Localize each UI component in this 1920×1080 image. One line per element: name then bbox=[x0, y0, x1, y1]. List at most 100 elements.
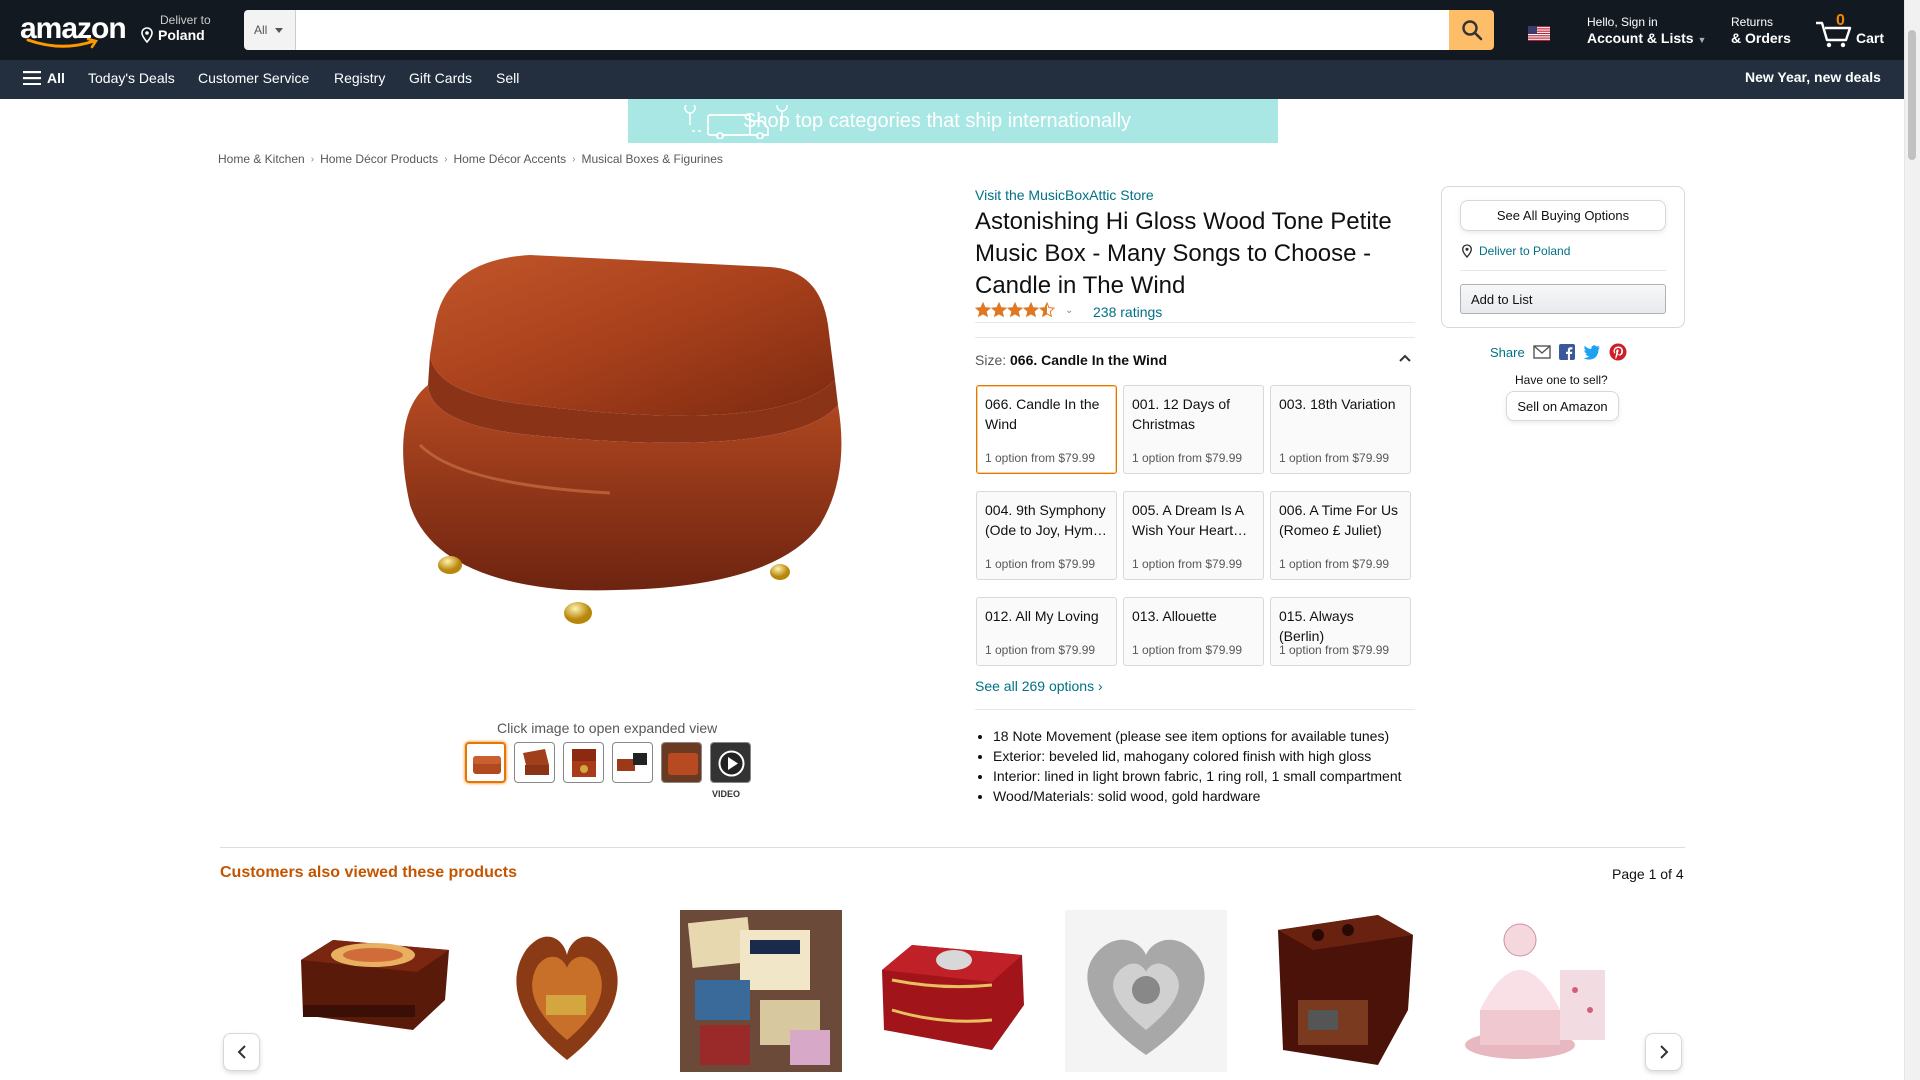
carousel-prev-button[interactable] bbox=[223, 1033, 260, 1071]
option-name: 012. All My Loving bbox=[985, 608, 1099, 624]
ratings-count-link[interactable]: 238 ratings bbox=[1093, 304, 1162, 320]
top-navbar: amazon Deliver to Poland All Hello, Sign… bbox=[0, 0, 1904, 60]
option-price: 1 option from $79.99 bbox=[1132, 643, 1243, 657]
see-all-options-link[interactable]: See all 269 options › bbox=[975, 678, 1103, 694]
size-option[interactable]: 003. 18th Variation 1 option from $79.99 bbox=[1270, 385, 1411, 474]
star-rating-icon bbox=[975, 302, 1056, 318]
divider bbox=[975, 709, 1415, 710]
account-and-lists[interactable]: Hello, Sign in Account & Lists ▼ bbox=[1587, 14, 1706, 48]
store-link[interactable]: Visit the MusicBoxAttic Store bbox=[975, 187, 1154, 203]
thumbnail-image[interactable] bbox=[465, 742, 506, 783]
divider bbox=[1460, 270, 1666, 271]
chevron-right-icon: › bbox=[1097, 678, 1103, 694]
cart-button[interactable]: 0 Cart bbox=[1814, 12, 1884, 48]
star-rating[interactable]: ⌄ bbox=[975, 302, 1073, 318]
search-button[interactable] bbox=[1449, 10, 1494, 50]
nav-customer-service[interactable]: Customer Service bbox=[198, 70, 309, 86]
us-flag-icon[interactable] bbox=[1528, 26, 1550, 41]
video-thumbnail[interactable] bbox=[710, 742, 751, 783]
nav-todays-deals[interactable]: Today's Deals bbox=[88, 70, 175, 86]
logo-smile-icon bbox=[26, 38, 99, 49]
divider bbox=[975, 337, 1415, 338]
option-price: 1 option from $79.99 bbox=[1279, 557, 1390, 571]
search-category-select[interactable]: All bbox=[244, 10, 296, 50]
share-row: Share bbox=[1490, 343, 1627, 361]
carousel-product-image[interactable] bbox=[1258, 910, 1420, 1072]
option-price: 1 option from $79.99 bbox=[1132, 557, 1243, 571]
scrollbar-thumb[interactable] bbox=[1908, 30, 1916, 160]
size-selector-label: Size: 066. Candle In the Wind bbox=[975, 352, 1167, 368]
cart-icon bbox=[1816, 21, 1852, 48]
option-price: 1 option from $79.99 bbox=[1279, 451, 1390, 465]
option-name: 005. A Dream Is A Wish Your Heart… bbox=[1132, 502, 1248, 538]
search-category-label: All bbox=[254, 23, 268, 37]
cart-count: 0 bbox=[1836, 12, 1845, 29]
search-icon bbox=[1461, 20, 1482, 41]
size-option[interactable]: 015. Always (Berlin) 1 option from $79.99 bbox=[1270, 597, 1411, 666]
search-input[interactable] bbox=[296, 10, 1449, 50]
search-bar: All bbox=[244, 10, 1494, 50]
deliver-to[interactable]: Deliver to Poland bbox=[140, 13, 211, 43]
breadcrumb-item[interactable]: Home Décor Products bbox=[320, 152, 438, 166]
breadcrumb-item[interactable]: Home Décor Accents bbox=[453, 152, 566, 166]
banner-text: Shop top categories that ship internatio… bbox=[743, 109, 1132, 132]
pinterest-icon[interactable] bbox=[1609, 343, 1627, 361]
feature-bullet: Exterior: beveled lid, mahogany colored … bbox=[993, 746, 1402, 766]
chevron-left-icon bbox=[237, 1045, 246, 1059]
email-icon[interactable] bbox=[1533, 345, 1551, 359]
carousel-next-button[interactable] bbox=[1645, 1033, 1682, 1071]
carousel-product-image[interactable] bbox=[1065, 910, 1227, 1072]
all-menu-button[interactable]: All bbox=[23, 70, 65, 86]
see-all-buying-options-button[interactable]: See All Buying Options bbox=[1460, 200, 1666, 231]
twitter-icon[interactable] bbox=[1583, 344, 1601, 360]
size-value: 066. Candle In the Wind bbox=[1010, 352, 1168, 368]
carousel-product-image[interactable] bbox=[872, 910, 1034, 1072]
carousel-heading: Customers also viewed these products bbox=[220, 864, 517, 881]
returns-and-orders[interactable]: Returns & Orders bbox=[1731, 14, 1791, 46]
deliver-line1: Deliver to bbox=[160, 13, 211, 27]
option-price: 1 option from $79.99 bbox=[985, 557, 1096, 571]
share-label[interactable]: Share bbox=[1490, 345, 1525, 360]
feature-bullets: 18 Note Movement (please see item option… bbox=[993, 726, 1402, 806]
size-option[interactable]: 006. A Time For Us (Romeo £ Juliet) 1 opt… bbox=[1270, 491, 1411, 580]
expand-image-hint: Click image to open expanded view bbox=[497, 720, 718, 736]
product-main-image[interactable] bbox=[350, 245, 860, 665]
size-option[interactable]: 001. 12 Days of Christmas 1 option from $… bbox=[1123, 385, 1264, 474]
caret-down-icon: ▼ bbox=[1697, 35, 1707, 45]
facebook-icon[interactable] bbox=[1558, 344, 1575, 360]
chevron-down-icon: ⌄ bbox=[1065, 304, 1074, 316]
thumbnail-image[interactable] bbox=[612, 742, 653, 783]
nav-registry[interactable]: Registry bbox=[334, 70, 385, 86]
breadcrumb-item[interactable]: Home & Kitchen bbox=[218, 152, 305, 166]
nav-sell[interactable]: Sell bbox=[496, 70, 519, 86]
carousel-product-image[interactable] bbox=[486, 910, 648, 1072]
option-name: 006. A Time For Us (Romeo £ Juliet) bbox=[1279, 502, 1399, 538]
carousel-product-image[interactable] bbox=[680, 910, 842, 1072]
thumbnail-image[interactable] bbox=[563, 742, 604, 783]
size-option[interactable]: 012. All My Loving 1 option from $79.99 bbox=[976, 597, 1117, 666]
size-option[interactable]: 013. Allouette 1 option from $79.99 bbox=[1123, 597, 1264, 666]
deliver-to-link[interactable]: Deliver to Poland bbox=[1461, 244, 1570, 258]
size-option[interactable]: 004. 9th Symphony (Ode to Joy, Hym… 1 opt… bbox=[976, 491, 1117, 580]
video-label: VIDEO bbox=[712, 789, 741, 799]
carousel-product-image[interactable] bbox=[1450, 910, 1612, 1072]
international-shipping-banner[interactable]: Shop top categories that ship internatio… bbox=[628, 99, 1278, 143]
sell-on-amazon-button[interactable]: Sell on Amazon bbox=[1506, 391, 1619, 421]
location-pin-icon bbox=[141, 27, 153, 43]
add-to-list-button[interactable]: Add to List bbox=[1460, 284, 1666, 314]
thumbnail-image[interactable] bbox=[661, 742, 702, 783]
thumbnail-image[interactable] bbox=[514, 742, 555, 783]
option-price: 1 option from $79.99 bbox=[1279, 643, 1390, 657]
account-label: Account & Lists bbox=[1587, 30, 1694, 46]
size-option[interactable]: 066. Candle In the Wind 1 option from $79… bbox=[976, 385, 1117, 474]
chevron-right-icon: › bbox=[572, 153, 576, 165]
breadcrumb-item[interactable]: Musical Boxes & Figurines bbox=[582, 152, 723, 166]
nav-gift-cards[interactable]: Gift Cards bbox=[409, 70, 472, 86]
divider bbox=[975, 322, 1415, 323]
page-scrollbar[interactable] bbox=[1904, 0, 1920, 1080]
size-option[interactable]: 005. A Dream Is A Wish Your Heart… 1 opti… bbox=[1123, 491, 1264, 580]
chevron-up-icon[interactable] bbox=[1399, 354, 1411, 362]
nav-promo-link[interactable]: New Year, new deals bbox=[1745, 69, 1881, 85]
carousel-product-image[interactable] bbox=[293, 910, 455, 1072]
delivery-truck-icon bbox=[684, 105, 788, 139]
